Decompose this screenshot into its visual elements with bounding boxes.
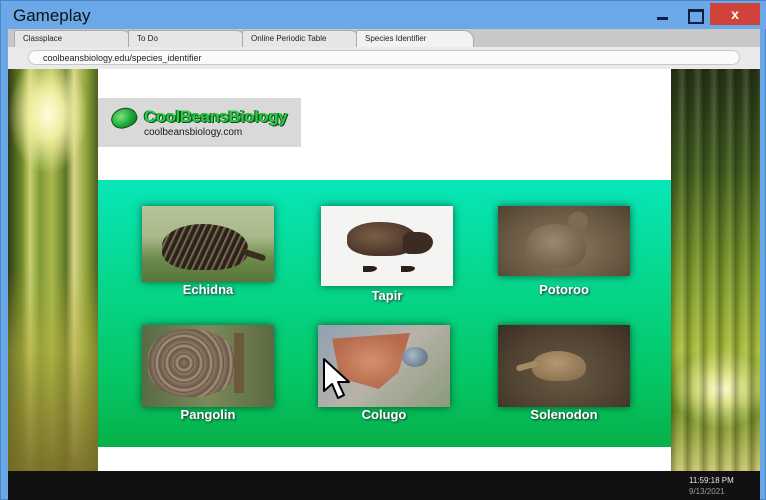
solenodon-photo[interactable] [498, 325, 630, 407]
logo-title: CoolBeansBiology [144, 107, 288, 126]
url-field[interactable]: coolbeansbiology.edu/species_identifier [28, 50, 740, 65]
window-title: Gameplay [13, 6, 91, 25]
species-card-echidna[interactable]: Echidna [142, 206, 274, 302]
tab-classplace[interactable]: Classplace [14, 30, 132, 47]
page-content: CoolBeansBiology coolbeansbiology.com Ec… [98, 69, 671, 471]
species-label: Echidna [182, 282, 234, 297]
mouse-pointer-icon [322, 357, 352, 401]
title-bar: Gameplay x [1, 1, 766, 29]
maximize-button[interactable] [681, 3, 707, 25]
forest-background-right [671, 69, 760, 471]
bean-icon [107, 103, 141, 133]
species-label: Pangolin [180, 407, 236, 422]
species-card-tapir[interactable]: Tapir [321, 206, 453, 306]
tab-label: Species Identifier [365, 34, 427, 43]
species-card-potoroo[interactable]: Potoroo [498, 206, 630, 302]
tab-label: Online Periodic Table [251, 34, 327, 43]
tab-species-identifier[interactable]: Species Identifier [356, 30, 474, 47]
tab-strip: Classplace To Do Online Periodic Table S… [8, 29, 760, 47]
tab-label: Classplace [23, 34, 63, 43]
logo-subtitle: coolbeansbiology.com [144, 127, 243, 138]
page-viewport: CoolBeansBiology coolbeansbiology.com Ec… [8, 69, 760, 471]
pointer-arrow-icon [323, 358, 350, 399]
tab-to-do[interactable]: To Do [128, 30, 246, 47]
tab-label: To Do [137, 34, 158, 43]
echidna-photo[interactable] [142, 206, 274, 282]
address-bar: coolbeansbiology.edu/species_identifier [8, 47, 760, 69]
species-label: Colugo [361, 407, 407, 422]
minimize-button[interactable] [649, 3, 675, 25]
species-card-solenodon[interactable]: Solenodon [498, 325, 630, 423]
forest-background-left [8, 69, 98, 471]
tab-online-periodic-table[interactable]: Online Periodic Table [242, 30, 360, 47]
close-button[interactable]: x [710, 3, 760, 25]
pangolin-photo[interactable] [142, 325, 274, 407]
species-label: Potoroo [539, 282, 589, 297]
site-logo[interactable]: CoolBeansBiology coolbeansbiology.com [98, 98, 301, 147]
tapir-photo[interactable] [321, 206, 453, 286]
potoroo-photo[interactable] [498, 206, 630, 276]
species-label: Solenodon [530, 407, 598, 422]
taskbar: 11:59:18 PM 9/13/2021 [8, 471, 760, 500]
clock-time[interactable]: 11:59:18 PM [689, 476, 734, 485]
browser-window: Classplace To Do Online Periodic Table S… [8, 29, 760, 500]
game-window: Gameplay x Classplace To Do Online Perio… [0, 0, 766, 500]
species-grid: Echidna Tapir Potoroo Pangolin Colugo So… [98, 180, 671, 447]
species-card-pangolin[interactable]: Pangolin [142, 325, 274, 423]
species-label: Tapir [371, 288, 403, 303]
clock-date[interactable]: 9/13/2021 [689, 487, 725, 496]
